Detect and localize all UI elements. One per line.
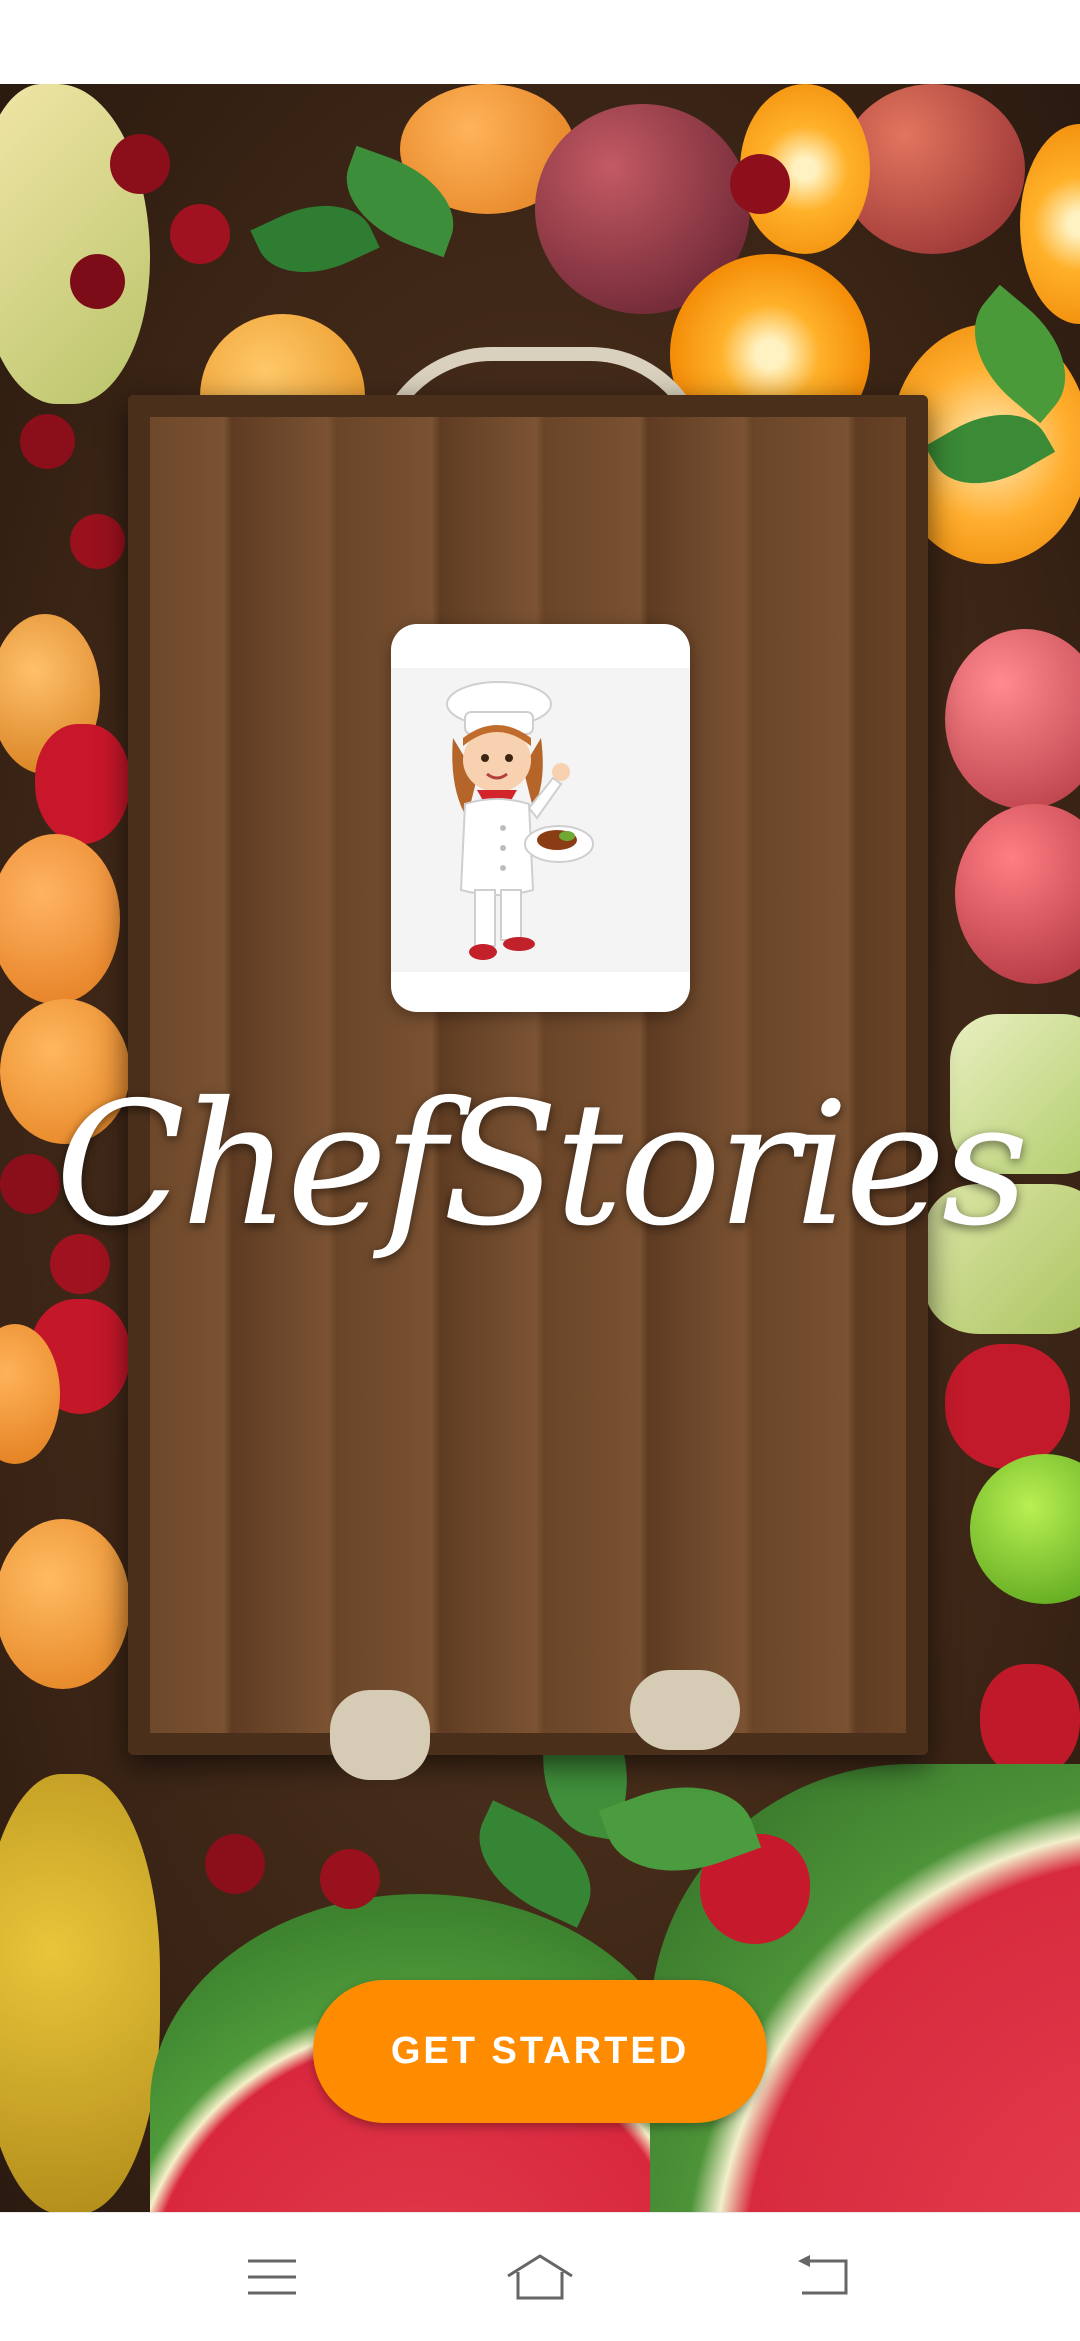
status-bar — [0, 0, 1080, 84]
apricot — [0, 1519, 130, 1689]
cherry — [70, 514, 125, 569]
cherry — [110, 134, 170, 194]
melon-slice — [0, 84, 150, 404]
chef-illustration-icon — [446, 681, 594, 960]
rope-knot — [630, 1670, 740, 1750]
brand-title: ChefStories — [55, 1066, 1029, 1264]
cherry — [320, 1849, 380, 1909]
cherry — [170, 204, 230, 264]
strawberry — [35, 724, 130, 844]
cherry — [20, 414, 75, 469]
system-navigation-bar — [0, 2212, 1080, 2341]
back-icon[interactable] — [784, 2247, 864, 2307]
strawberry — [980, 1664, 1080, 1779]
cherry — [730, 154, 790, 214]
menu-icon[interactable] — [232, 2247, 312, 2307]
peach — [945, 629, 1080, 809]
home-icon[interactable] — [500, 2247, 580, 2307]
cherry — [205, 1834, 265, 1894]
orange-half — [1020, 124, 1080, 324]
lime — [970, 1454, 1080, 1604]
melon — [0, 1774, 160, 2212]
logo-image-area — [391, 668, 690, 972]
strawberry — [945, 1344, 1070, 1469]
peach — [955, 804, 1080, 984]
rope-knot — [330, 1690, 430, 1780]
apricot — [0, 834, 120, 1004]
app-logo — [391, 624, 690, 1012]
get-started-button[interactable]: GET STARTED — [313, 1980, 767, 2123]
cherry — [70, 254, 125, 309]
